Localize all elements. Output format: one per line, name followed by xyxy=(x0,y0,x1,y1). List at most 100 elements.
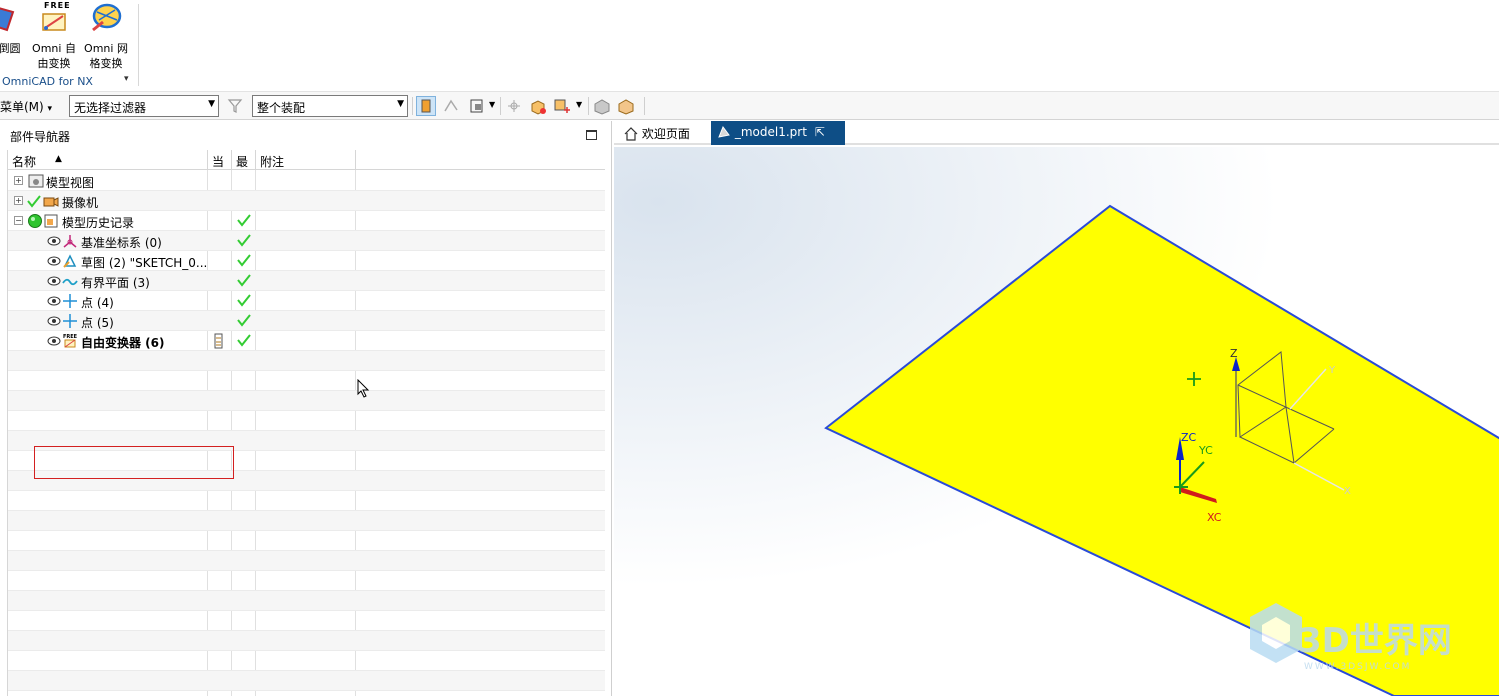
fillet-icon xyxy=(0,2,21,34)
column-header-notes[interactable]: 附注 xyxy=(256,150,356,170)
eye-icon[interactable] xyxy=(47,314,61,328)
ribbon-group-label: OmniCAD for NX xyxy=(2,75,93,88)
empty-row xyxy=(8,351,605,371)
watermark-subtext: WWW.3DSJW.COM xyxy=(1304,662,1411,672)
chevron-down-icon: ▾ xyxy=(47,104,53,114)
empty-row xyxy=(8,511,605,531)
navigator-title: 部件导航器 xyxy=(10,130,71,144)
eye-icon[interactable] xyxy=(47,294,61,308)
point-icon xyxy=(62,293,78,309)
model-views-icon xyxy=(28,173,44,189)
column-header-name-label: 名称 xyxy=(12,155,37,169)
chevron-down-icon[interactable]: ▼ xyxy=(576,100,582,109)
tree-row-free-transformer[interactable]: FREE 自由变换器 (6) xyxy=(8,331,605,351)
free-badge: FREE xyxy=(44,1,71,10)
empty-row xyxy=(8,691,605,696)
checkmark-icon xyxy=(236,212,252,228)
part-navigator: 部件导航器 名称 ▲ 当 最 附注 + 模型视图 + 摄像机 − 模型历史记录 … xyxy=(0,121,612,696)
fillet-label: 式倒圆 xyxy=(0,42,21,55)
chevron-down-icon: ▼ xyxy=(208,99,215,109)
column-header-name[interactable]: 名称 ▲ xyxy=(8,150,208,170)
eye-icon[interactable] xyxy=(47,234,61,248)
tree-row-model-history[interactable]: − 模型历史记录 xyxy=(8,211,605,231)
group-expand-caret[interactable]: ▾ xyxy=(124,74,129,84)
tree-row-point-4[interactable]: 点 (4) xyxy=(8,291,605,311)
chevron-down-icon[interactable]: ▼ xyxy=(489,100,495,109)
tree-row-label: 模型历史记录 xyxy=(62,216,135,230)
tree-row-sketch[interactable]: 草图 (2) "SKETCH_0... xyxy=(8,251,605,271)
camera-icon xyxy=(43,193,59,209)
ribbon: 式倒圆 FREE Omni 自 由变换 Omni 网 格变换 OmniCAD f… xyxy=(0,0,1499,92)
sort-ascending-icon: ▲ xyxy=(55,154,62,164)
viewport-canvas: Z Y X ZC YC XC 3D世界网 WWW.3DSJW.COM xyxy=(614,147,1499,696)
select-features-icon[interactable] xyxy=(416,96,436,116)
history-icon xyxy=(43,213,59,229)
status-green-icon xyxy=(27,213,43,229)
cube-point-icon[interactable] xyxy=(528,96,548,116)
tab-model-part[interactable]: _model1.prt ⇱ ✕ xyxy=(711,121,845,156)
filter-reset-icon[interactable] xyxy=(226,96,246,116)
view-orient-icon[interactable] xyxy=(616,96,636,116)
tree-row-label: 摄像机 xyxy=(62,196,99,210)
type-filter-select[interactable]: 无选择过滤器 ▼ xyxy=(69,95,219,117)
column-header-empty xyxy=(356,150,605,170)
empty-row xyxy=(8,551,605,571)
snap-point-icon[interactable] xyxy=(504,96,524,116)
checkmark-icon xyxy=(26,193,42,209)
eye-icon[interactable] xyxy=(47,254,61,268)
tab-label: 欢迎页面 xyxy=(641,127,690,141)
empty-row xyxy=(8,371,605,391)
chevron-down-icon: ▼ xyxy=(397,99,404,109)
empty-row xyxy=(8,631,605,651)
view-shaded-icon[interactable] xyxy=(592,96,612,116)
empty-row xyxy=(8,411,605,431)
free-transform-icon: FREE xyxy=(62,333,78,349)
detach-icon[interactable]: ⇱ xyxy=(815,125,825,139)
toolbar-separator xyxy=(588,97,589,115)
checkmark-icon xyxy=(236,312,252,328)
checkmark-icon xyxy=(236,332,252,348)
select-target-icon[interactable] xyxy=(552,96,572,116)
tree-row-point-5[interactable]: 点 (5) xyxy=(8,311,605,331)
omni-mesh-transform-button[interactable]: Omni 网 格变换 xyxy=(80,2,132,72)
menu-button[interactable]: 菜单(M) ▾ xyxy=(0,98,52,115)
empty-row xyxy=(8,451,605,471)
empty-row xyxy=(8,531,605,551)
omni-mesh-transform-label: Omni 网 格变换 xyxy=(84,42,128,70)
select-group-icon[interactable] xyxy=(468,96,488,116)
toolbar-separator xyxy=(412,97,413,115)
tree-row-model-views[interactable]: + 模型视图 xyxy=(8,171,605,191)
tree-row-bounded-plane[interactable]: 有界平面 (3) xyxy=(8,271,605,291)
omni-free-transform-button[interactable]: FREE Omni 自 由变换 xyxy=(28,1,80,72)
expand-icon[interactable]: + xyxy=(14,196,23,205)
x-axis-label: X xyxy=(1344,486,1351,497)
column-header-latest[interactable]: 最 xyxy=(232,150,256,170)
graphics-window: 欢迎页面 _model1.prt ⇱ ✕ xyxy=(614,121,1499,696)
free-transform-icon: FREE xyxy=(37,1,71,34)
tree-row-label: 模型视图 xyxy=(46,176,95,190)
datum-csys-icon xyxy=(62,233,78,249)
tree-row-cameras[interactable]: + 摄像机 xyxy=(8,191,605,211)
empty-row xyxy=(8,591,605,611)
xc-axis-label: XC xyxy=(1207,511,1222,524)
3d-viewport[interactable]: Z Y X ZC YC XC 3D世界网 WWW.3DSJW.COM xyxy=(614,147,1499,696)
eye-icon[interactable] xyxy=(47,274,61,288)
empty-row xyxy=(8,571,605,591)
select-curves-icon[interactable] xyxy=(442,96,462,116)
bounded-plane-icon xyxy=(62,273,78,289)
selection-scope-value: 整个装配 xyxy=(257,101,306,115)
checkmark-icon xyxy=(236,272,252,288)
document-tabs: 欢迎页面 _model1.prt ⇱ ✕ xyxy=(614,121,1499,156)
fillet-button[interactable]: 式倒圆 xyxy=(0,2,30,72)
tab-welcome-page[interactable]: 欢迎页面 xyxy=(618,121,708,145)
expand-icon[interactable]: + xyxy=(14,176,23,185)
column-header-current[interactable]: 当 xyxy=(208,150,232,170)
selection-scope-select[interactable]: 整个装配 ▼ xyxy=(252,95,408,117)
tree-row-datum-csys[interactable]: 基准坐标系 (0) xyxy=(8,231,605,251)
eye-icon[interactable] xyxy=(47,334,61,348)
maximize-icon[interactable] xyxy=(586,130,597,140)
point-icon xyxy=(62,313,78,329)
type-filter-value: 无选择过滤器 xyxy=(74,101,147,115)
collapse-icon[interactable]: − xyxy=(14,216,23,225)
navigator-tree: 名称 ▲ 当 最 附注 + 模型视图 + 摄像机 − 模型历史记录 基准坐标系 … xyxy=(7,150,605,696)
